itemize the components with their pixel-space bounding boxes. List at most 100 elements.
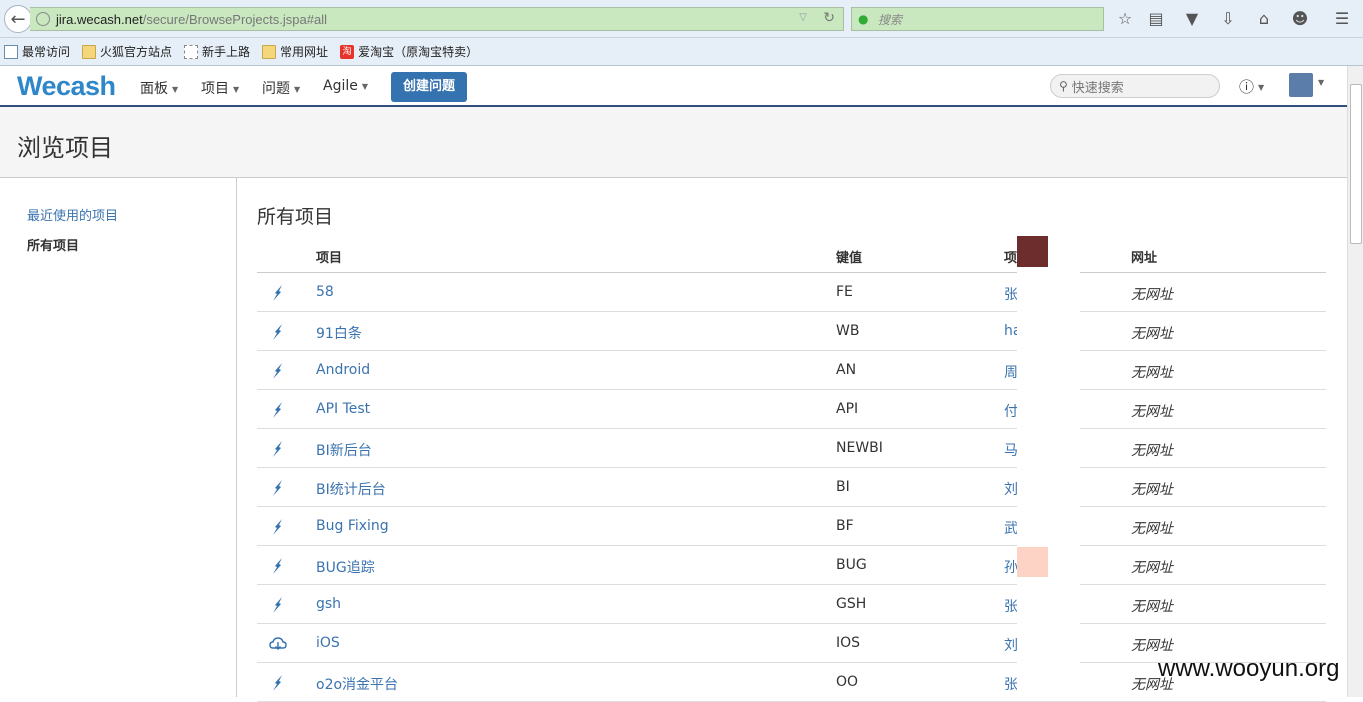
globe-icon — [36, 12, 50, 26]
bookmark-taobao[interactable]: 淘 爱淘宝（原淘宝特卖） — [336, 43, 478, 60]
table-row: API Test API 付 无网址 — [257, 390, 1326, 429]
rocket-icon[interactable] — [268, 478, 288, 498]
search-engine-icon[interactable]: ● — [858, 12, 874, 26]
avatar[interactable] — [1289, 73, 1313, 97]
rocket-icon[interactable] — [268, 361, 288, 381]
redaction-block — [1017, 547, 1048, 577]
project-name-link[interactable]: Android — [316, 362, 370, 378]
logo[interactable]: Wecash — [17, 71, 116, 102]
project-lead-link[interactable]: 武 — [1004, 518, 1018, 538]
browser-search-box[interactable]: ● 搜索 — [851, 7, 1104, 31]
help-menu[interactable]: ⓘ ▼ — [1239, 76, 1264, 97]
table-row: Bug Fixing BF 武 无网址 — [257, 507, 1326, 546]
table-row: BI新后台 NEWBI 马 无网址 — [257, 429, 1326, 468]
project-key: IOS — [836, 635, 861, 651]
table-row: 58 FE 张 无网址 — [257, 273, 1326, 312]
project-lead-link[interactable]: 张 — [1004, 284, 1018, 304]
project-name-link[interactable]: 58 — [316, 284, 334, 300]
project-lead-link[interactable]: 孙 — [1004, 557, 1018, 577]
menu-issues[interactable]: 问题 ▼ — [262, 78, 300, 98]
project-name-link[interactable]: 91白条 — [316, 323, 362, 343]
rocket-icon[interactable] — [268, 283, 288, 303]
sidebar: 最近使用的项目 所有项目 — [0, 178, 237, 697]
bookmark-common-sites[interactable]: 常用网址 — [258, 43, 328, 60]
project-name-link[interactable]: BUG追踪 — [316, 557, 375, 577]
quick-search-placeholder: 快速搜索 — [1071, 80, 1124, 96]
column-header-url[interactable]: 网址 — [1131, 247, 1157, 266]
project-name-link[interactable]: Bug Fixing — [316, 518, 389, 534]
bookmark-most-visited[interactable]: 最常访问 — [0, 43, 70, 60]
app-header: Wecash 面板 ▼ 项目 ▼ 问题 ▼ Agile ▼ 创建问题 ⚲ 快速搜索 ⓘ ▼… — [0, 66, 1347, 107]
bookmark-label: 最常访问 — [22, 45, 71, 59]
column-header-project[interactable]: 项目 — [316, 247, 342, 266]
project-lead-link[interactable]: 刘 — [1004, 635, 1018, 655]
bookmark-firefox-site[interactable]: 火狐官方站点 — [78, 43, 172, 60]
project-name-link[interactable]: BI新后台 — [316, 440, 372, 460]
home-icon[interactable]: ⌂ — [1254, 9, 1274, 29]
cloud-download-icon[interactable] — [268, 634, 288, 654]
sidebar-item-recent-projects[interactable]: 最近使用的项目 — [27, 205, 118, 224]
section-title: 所有项目 — [257, 206, 334, 228]
page-scrollbar[interactable] — [1347, 66, 1363, 697]
bookmark-star-icon[interactable]: ☆ — [1115, 9, 1135, 29]
project-key: BF — [836, 518, 854, 534]
project-lead-link[interactable]: 张 — [1004, 596, 1018, 616]
project-name-link[interactable]: API Test — [316, 401, 370, 417]
project-key: NEWBI — [836, 440, 883, 456]
rocket-icon[interactable] — [268, 400, 288, 420]
project-name-link[interactable]: gsh — [316, 596, 341, 612]
column-header-key[interactable]: 键值 — [836, 247, 862, 266]
quick-search-input[interactable]: ⚲ 快速搜索 — [1050, 74, 1220, 98]
project-name-link[interactable]: o2o消金平台 — [316, 674, 398, 694]
rocket-icon[interactable] — [268, 322, 288, 342]
project-key: GSH — [836, 596, 867, 612]
caret-down-icon[interactable]: ▼ — [1318, 78, 1324, 87]
sidebar-item-all-projects[interactable]: 所有项目 — [27, 235, 79, 254]
create-issue-button[interactable]: 创建问题 — [391, 72, 467, 102]
menu-projects[interactable]: 项目 ▼ — [201, 78, 239, 98]
rocket-icon[interactable] — [268, 517, 288, 537]
chat-icon[interactable]: ☻ — [1290, 9, 1310, 29]
scrollbar-thumb[interactable] — [1350, 84, 1362, 244]
reading-list-icon[interactable]: ▤ — [1146, 9, 1166, 29]
bookmark-label: 火狐官方站点 — [100, 45, 173, 59]
caret-down-icon: ▼ — [172, 84, 179, 94]
project-url: 无网址 — [1131, 521, 1173, 537]
project-key: API — [836, 401, 859, 417]
project-name-link[interactable]: BI统计后台 — [316, 479, 386, 499]
rocket-icon[interactable] — [268, 595, 288, 615]
folder-icon — [262, 44, 277, 59]
project-key: OO — [836, 674, 859, 690]
menu-icon[interactable]: ☰ — [1332, 9, 1352, 29]
rocket-icon[interactable] — [268, 556, 288, 576]
dashed-page-icon — [184, 44, 199, 59]
project-name-link[interactable]: iOS — [316, 635, 340, 651]
url-dropdown-icon[interactable]: ▽ — [799, 12, 807, 23]
reload-icon[interactable]: ↻ — [823, 10, 835, 26]
bookmark-getting-started[interactable]: 新手上路 — [180, 43, 250, 60]
address-bar[interactable]: jira.wecash.net/secure/BrowseProjects.js… — [30, 7, 844, 31]
menu-label: 项目 — [201, 81, 229, 97]
project-url: 无网址 — [1131, 638, 1173, 654]
table-body: 58 FE 张无网址 91白条 WB ha 无网址 Android AN 周无网址 API Test… — [257, 273, 1326, 702]
project-lead-link[interactable]: 周 — [1004, 362, 1018, 382]
rocket-icon[interactable] — [268, 673, 288, 693]
back-arrow-icon[interactable]: ← — [4, 5, 32, 33]
download-icon[interactable]: ⇩ — [1218, 9, 1238, 29]
project-lead-link[interactable]: 付 — [1004, 401, 1018, 421]
project-key: AN — [836, 362, 857, 378]
pocket-icon[interactable]: ▼ — [1182, 9, 1202, 29]
menu-agile[interactable]: Agile ▼ — [323, 78, 368, 94]
table-row: BUG追踪 BUG 孙 无网址 — [257, 546, 1326, 585]
project-lead-link[interactable]: 张 — [1004, 674, 1018, 694]
browser-search-placeholder: 搜索 — [878, 12, 903, 27]
project-lead-link[interactable]: 马 — [1004, 440, 1018, 460]
column-header-lead[interactable]: 项 — [1004, 247, 1017, 266]
project-url: 无网址 — [1131, 326, 1173, 342]
menu-dashboards[interactable]: 面板 ▼ — [140, 78, 178, 98]
rocket-icon[interactable] — [268, 439, 288, 459]
redaction-block — [1017, 236, 1048, 267]
menu-label: 问题 — [262, 81, 290, 97]
project-lead-link[interactable]: 刘 — [1004, 479, 1018, 499]
url-text[interactable]: jira.wecash.net/secure/BrowseProjects.js… — [56, 12, 327, 27]
